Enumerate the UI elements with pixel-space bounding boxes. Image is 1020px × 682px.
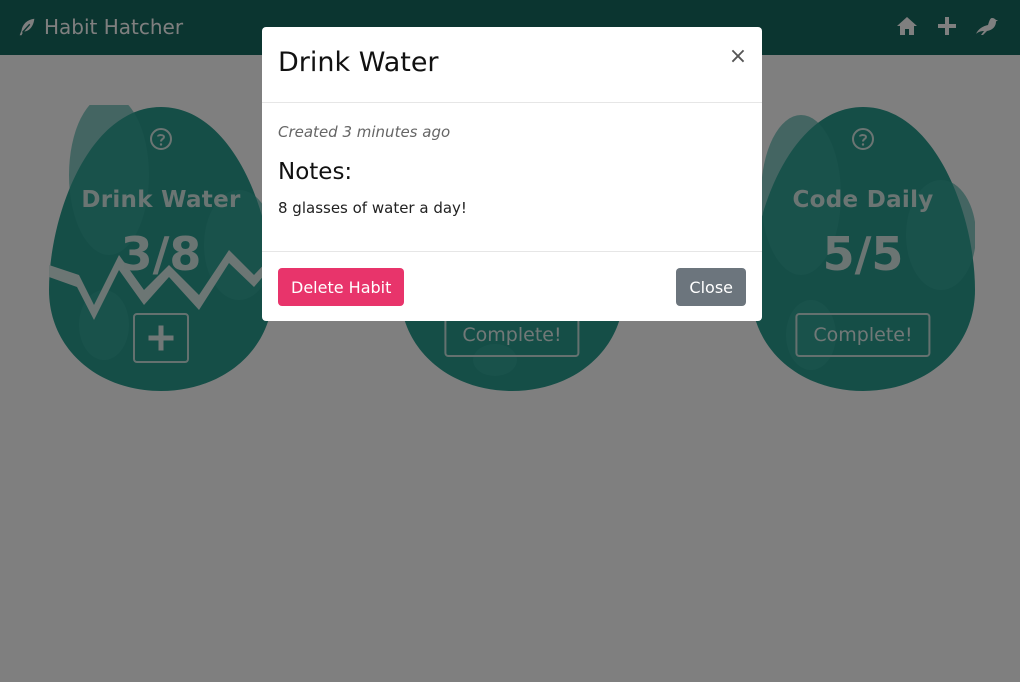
modal-header: Drink Water × [262,27,762,103]
modal-footer: Delete Habit Close [262,252,762,322]
close-button[interactable]: Close [676,268,746,306]
habit-detail-modal: Drink Water × Created 3 minutes ago Note… [262,27,762,321]
notes-text: 8 glasses of water a day! [278,199,467,217]
modal-title: Drink Water [278,47,439,78]
notes-heading: Notes: [278,159,353,185]
modal-body: Created 3 minutes ago Notes: 8 glasses o… [262,103,762,252]
delete-habit-button[interactable]: Delete Habit [278,268,405,306]
close-icon[interactable]: × [728,46,748,68]
created-timestamp: Created 3 minutes ago [278,123,451,141]
